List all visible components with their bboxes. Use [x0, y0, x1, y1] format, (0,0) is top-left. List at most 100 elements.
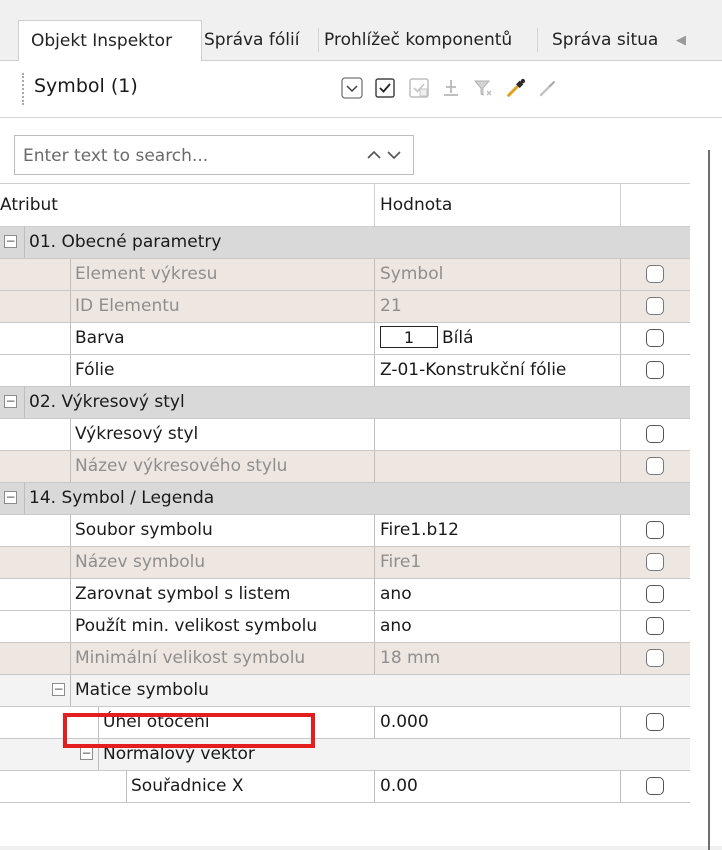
property-value: 18 mm [374, 643, 620, 674]
filter-button[interactable] [472, 77, 494, 99]
highlight-box [63, 713, 315, 748]
row-checkbox[interactable] [646, 265, 664, 283]
property-name: Element výkresu [70, 259, 374, 290]
tab-strip: Objekt Inspektor Správa fólií Prohlížeč … [0, 0, 722, 61]
row-checkbox[interactable] [646, 297, 664, 315]
tab-sprava-situaci[interactable]: Správa situa [540, 20, 668, 60]
row-checkbox[interactable] [646, 649, 664, 667]
property-name: Výkresový styl [70, 419, 374, 450]
group-row-drawing-style[interactable]: − 02. Výkresový styl [0, 387, 690, 419]
row-checkbox[interactable] [646, 361, 664, 379]
color-index-swatch[interactable]: 1 [380, 325, 438, 348]
checkbox-cell [620, 259, 690, 290]
row-checkbox[interactable] [646, 777, 664, 795]
checkbox-cell [620, 515, 690, 546]
checkbox-checked-disabled-icon [409, 78, 429, 98]
property-value[interactable]: Fire1.b12 [374, 515, 620, 546]
grid-header: Atribut Hodnota [0, 183, 690, 227]
search-previous-icon[interactable] [365, 146, 383, 164]
property-value[interactable]: 0.00 [374, 771, 620, 802]
brush-icon [539, 81, 555, 97]
property-row-align-with-sheet[interactable]: Zarovnat symbol s listem ano [0, 579, 690, 611]
checkbox-cell [620, 451, 690, 482]
group-row-symbol-legend[interactable]: − 14. Symbol / Legenda [0, 483, 690, 515]
select-all-button[interactable] [374, 77, 396, 99]
collapse-icon[interactable]: − [4, 395, 17, 408]
chevron-down-icon [341, 77, 363, 99]
row-checkbox[interactable] [646, 329, 664, 347]
property-value[interactable]: 0.000 [374, 707, 620, 738]
property-name: Minimální velikost symbolu [70, 643, 374, 674]
search-input[interactable] [21, 142, 355, 170]
select-filtered-button[interactable] [408, 77, 430, 99]
collapse-icon[interactable]: − [4, 491, 17, 504]
checkbox-cell [620, 579, 690, 610]
property-row-element-id[interactable]: ID Elementu 21 [0, 291, 690, 323]
checkbox-cell [620, 419, 690, 450]
row-checkbox[interactable] [646, 585, 664, 603]
row-checkbox[interactable] [646, 713, 664, 731]
property-row-min-size[interactable]: Minimální velikost symbolu 18 mm [0, 643, 690, 675]
property-value[interactable] [374, 419, 620, 450]
property-row-color[interactable]: Barva 1 Bílá [0, 323, 690, 355]
selection-label: Symbol (1) [34, 75, 138, 97]
checkbox-cell [620, 323, 690, 354]
property-name: Soubor symbolu [70, 515, 374, 546]
property-row-use-min-size[interactable]: Použít min. velikost symbolu ano [0, 611, 690, 643]
panel-border [708, 150, 710, 850]
row-checkbox[interactable] [646, 425, 664, 443]
property-value: 21 [374, 291, 620, 322]
property-name: Barva [70, 323, 374, 354]
property-row-layer[interactable]: Fólie Z-01-Konstrukční fólie [0, 355, 690, 387]
property-name: ID Elementu [70, 291, 374, 322]
tab-scroll-left-icon[interactable]: ◀ [676, 33, 686, 48]
group-row-general[interactable]: − 01. Obecné parametry [0, 227, 690, 259]
property-value[interactable]: ano [374, 579, 620, 610]
search-box [14, 135, 414, 175]
anchor-button[interactable] [440, 77, 462, 99]
property-row-style-name[interactable]: Název výkresového stylu [0, 451, 690, 483]
property-row-symbol-name[interactable]: Název symbolu Fire1 [0, 547, 690, 579]
anchor-icon [444, 80, 458, 96]
color-name: Bílá [442, 328, 474, 348]
property-name: Název symbolu [70, 547, 374, 578]
row-checkbox[interactable] [646, 617, 664, 635]
column-divider [620, 184, 621, 226]
checkbox-checked-icon [375, 78, 395, 98]
property-row-coord-x[interactable]: Souřadnice X 0.00 [0, 771, 690, 803]
tab-sprava-folii[interactable]: Správa fólií [192, 20, 316, 60]
column-header-attribute[interactable]: Atribut [0, 184, 58, 226]
tab-prohlizec-komponentu[interactable]: Prohlížeč komponentů [318, 20, 536, 60]
property-name: Zarovnat symbol s listem [70, 579, 374, 610]
property-row-style[interactable]: Výkresový styl [0, 419, 690, 451]
property-value[interactable]: ano [374, 611, 620, 642]
eyedropper-button[interactable] [505, 77, 527, 99]
row-checkbox[interactable] [646, 457, 664, 475]
column-header-value[interactable]: Hodnota [380, 184, 452, 226]
property-row-symbol-file[interactable]: Soubor symbolu Fire1.b12 [0, 515, 690, 547]
checkbox-cell [620, 771, 690, 802]
filter-icon [473, 80, 492, 96]
column-divider [374, 184, 375, 226]
group-row-symbol-matrix[interactable]: − Matice symbolu [0, 675, 690, 707]
tab-objekt-inspektor[interactable]: Objekt Inspektor [18, 20, 202, 61]
group-label: 14. Symbol / Legenda [24, 483, 624, 514]
inspector-panel: Atribut Hodnota − 01. Obecné parametry E… [0, 118, 722, 846]
property-row-element[interactable]: Element výkresu Symbol [0, 259, 690, 291]
collapse-icon[interactable]: − [4, 235, 17, 248]
selection-dropdown-button[interactable] [341, 77, 363, 99]
property-name: Fólie [70, 355, 374, 386]
property-value[interactable]: 1 Bílá [374, 323, 620, 354]
checkbox-cell [620, 643, 690, 674]
collapse-icon[interactable]: − [80, 747, 93, 760]
collapse-icon[interactable]: − [52, 683, 65, 696]
row-checkbox[interactable] [646, 521, 664, 539]
toolbar-grip[interactable] [22, 73, 24, 105]
search-next-icon[interactable] [385, 146, 403, 164]
checkbox-cell [620, 291, 690, 322]
brush-button[interactable] [537, 77, 559, 99]
row-checkbox[interactable] [646, 553, 664, 571]
property-value[interactable]: Z-01-Konstrukční fólie [374, 355, 620, 386]
eyedropper-icon [507, 78, 526, 97]
property-name: Název výkresového stylu [70, 451, 374, 482]
